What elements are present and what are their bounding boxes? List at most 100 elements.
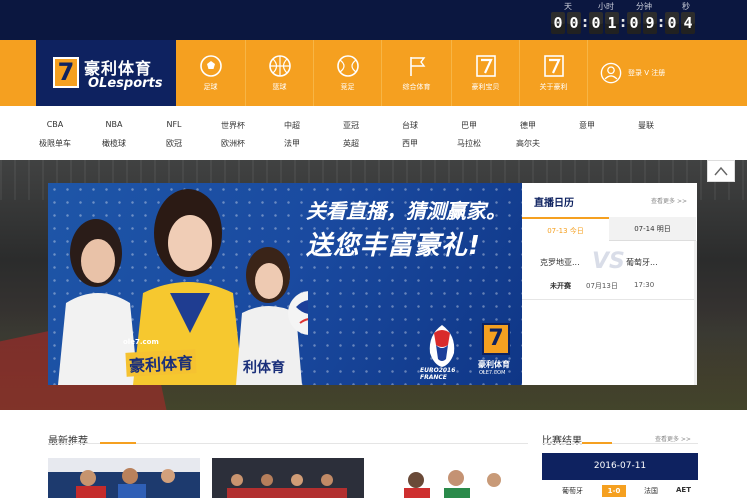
match-time: 17:30 [634, 281, 655, 289]
euro-text: EURO2016 FRANCE [420, 367, 455, 381]
nav-item-jingzu[interactable]: 竞足 [314, 40, 382, 106]
countdown-label-minutes: 分钟 [636, 2, 652, 11]
league-link[interactable]: 法甲 [267, 138, 317, 149]
countdown-digit: 0 [567, 12, 581, 34]
league-link[interactable]: 极限单车 [30, 138, 80, 149]
nav-item-general-sports[interactable]: 综合体育 [382, 40, 452, 106]
home-team: 葡萄牙 [562, 487, 583, 495]
league-link[interactable]: 西甲 [385, 138, 435, 149]
euro-subtitle: FRANCE [420, 374, 447, 381]
recommend-card[interactable] [212, 458, 364, 498]
results-title: 比赛结果 [542, 436, 582, 447]
league-link[interactable]: 马拉松 [444, 138, 494, 149]
league-link[interactable]: NBA [89, 120, 139, 129]
league-link[interactable]: 德甲 [503, 120, 553, 131]
league-link[interactable]: 世界杯 [208, 120, 258, 131]
recommend-card[interactable] [376, 458, 528, 498]
top-bar: 天 小时 分钟 秒 0 0 : 0 1 : 0 9 : 0 4 [0, 0, 747, 40]
recommend-card[interactable] [48, 458, 200, 498]
login-label: 登录 V 注册 [628, 69, 666, 77]
basketball-icon [268, 55, 291, 77]
banner-brand-2: 利体育 [243, 360, 285, 376]
league-link[interactable]: 欧洲杯 [208, 138, 258, 149]
login-register-link[interactable]: 登录 V 注册 [600, 62, 700, 84]
countdown-colon: : [582, 15, 588, 31]
nav-item-babes[interactable]: 豪利宝贝 [452, 40, 520, 106]
tennis-ball-icon [336, 55, 359, 77]
seven-logo-icon [475, 55, 496, 77]
countdown-labels: 天 小时 分钟 秒 [550, 1, 710, 11]
nav-item-label: 足球 [203, 83, 218, 91]
countdown-digit: 0 [665, 12, 679, 34]
site-logo[interactable]: 7 豪利体育 OLesports [36, 40, 176, 106]
banner-headline-1: 关看直播，猜测赢家。 [306, 199, 506, 223]
news-thumbnail [376, 458, 528, 498]
euro2016-logo-icon [429, 325, 455, 367]
countdown-digit: 0 [589, 12, 603, 34]
results-more-link[interactable]: 查看更多 >> [655, 434, 691, 443]
league-link[interactable]: 曼联 [621, 120, 671, 131]
league-link[interactable]: 台球 [385, 120, 435, 131]
result-note: AET [676, 486, 691, 494]
soccer-ball-icon [199, 55, 222, 77]
news-thumbnail [48, 458, 200, 498]
promo-banner[interactable]: 关看直播，猜测赢家。 送您丰富豪礼! ole7.com 豪利体育 利体育 EUR… [48, 183, 522, 385]
league-link[interactable]: 中超 [267, 120, 317, 131]
league-link[interactable]: 橄榄球 [89, 138, 139, 149]
seven-logo-icon: 7 [482, 323, 510, 355]
chevron-up-icon [714, 166, 728, 176]
countdown-digit: 9 [643, 12, 657, 34]
seven-logo-icon [543, 55, 564, 77]
results-date: 2016-07-11 [542, 453, 698, 480]
countdown-label-seconds: 秒 [682, 2, 690, 11]
nav-item-label: 豪利宝贝 [471, 83, 500, 91]
flag-icon [409, 57, 425, 76]
league-link[interactable]: CBA [30, 120, 80, 129]
nav-item-label: 竞足 [340, 83, 355, 91]
tab-tomorrow[interactable]: 07-14 明日 [609, 217, 696, 241]
schedule-header: 直播日历 查看更多 >> [522, 183, 697, 217]
league-links: CBA NBA NFL 世界杯 中超 亚冠 台球 巴甲 德甲 意甲 曼联 极限单… [0, 106, 747, 160]
league-link[interactable]: 巴甲 [444, 120, 494, 131]
nav-item-soccer[interactable]: 足球 [176, 40, 246, 106]
team-b: 葡萄牙... [626, 258, 658, 267]
scroll-top-button[interactable] [707, 160, 735, 182]
nav-item-about[interactable]: 关于豪利 [520, 40, 588, 106]
away-team: 法国 [644, 487, 658, 495]
banner-brand: 豪利体育 [125, 349, 197, 377]
team-a: 克罗地亚... [540, 258, 580, 267]
nav-item-basketball[interactable]: 篮球 [246, 40, 314, 106]
scrollbar[interactable] [694, 241, 697, 385]
schedule-more-link[interactable]: 查看更多 >> [651, 196, 687, 205]
divider [542, 443, 698, 444]
seven-logo-icon: 7 [53, 57, 79, 88]
league-link[interactable]: 亚冠 [326, 120, 376, 131]
nav-item-label: 综合体育 [402, 83, 431, 91]
result-score: 1-0 [602, 485, 626, 497]
league-link[interactable]: 英超 [326, 138, 376, 149]
countdown-colon: : [658, 15, 664, 31]
nav-item-label: 篮球 [272, 83, 287, 91]
league-link[interactable]: NFL [149, 120, 199, 129]
result-row[interactable]: 葡萄牙 1-0 法国 AET [542, 484, 698, 498]
tab-today[interactable]: 07-13 今日 [522, 217, 609, 241]
latest-title: 最新推荐 [48, 436, 88, 447]
schedule-tabs: 07-13 今日 07-14 明日 [522, 217, 697, 241]
banner-seven-url: OLE7.COM [479, 370, 506, 376]
banner-url: ole7.com [123, 338, 159, 346]
logo-name-en: OLesports [88, 76, 163, 91]
live-schedule-panel: 直播日历 查看更多 >> 07-13 今日 07-14 明日 克罗地亚... V… [522, 183, 697, 385]
league-link[interactable]: 欧冠 [149, 138, 199, 149]
title-accent [100, 442, 136, 444]
divider [522, 299, 697, 300]
vs-label: VS [592, 249, 625, 274]
countdown-label-days: 天 [564, 2, 572, 11]
news-thumbnail [212, 458, 364, 498]
league-link[interactable]: 意甲 [562, 120, 612, 131]
match-status: 未开赛 [550, 282, 571, 290]
euro-title: EURO2016 [420, 367, 456, 374]
league-link[interactable]: 高尔夫 [503, 138, 553, 149]
countdown-digit: 1 [605, 12, 619, 34]
countdown-digit: 0 [551, 12, 565, 34]
countdown-digit: 0 [627, 12, 641, 34]
